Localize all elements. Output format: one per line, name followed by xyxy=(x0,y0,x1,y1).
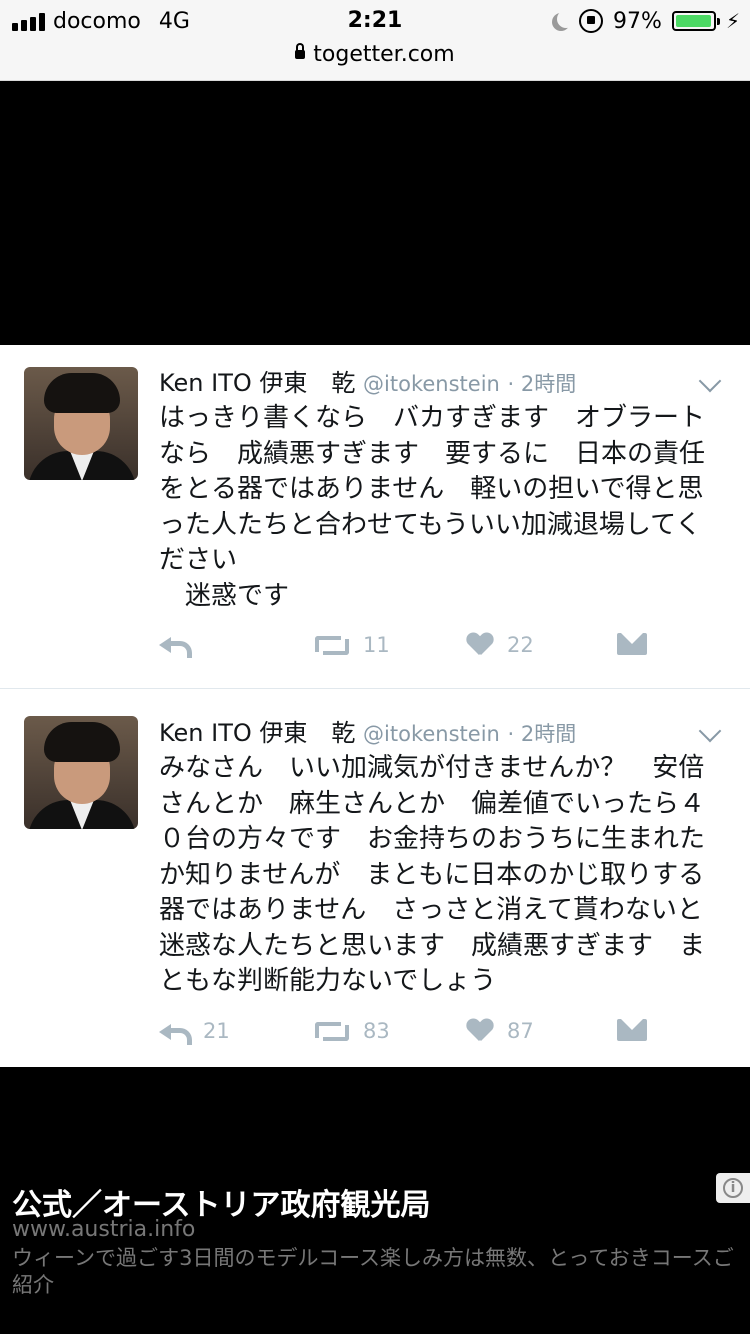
tweet-header: Ken ITO 伊東 乾 @itokenstein · 2時間 xyxy=(159,713,576,748)
author-name[interactable]: Ken ITO 伊東 乾 xyxy=(159,369,355,397)
like-button[interactable]: 22 xyxy=(467,633,534,657)
dm-button[interactable] xyxy=(617,1019,647,1041)
heart-icon xyxy=(467,633,493,657)
reply-icon xyxy=(159,633,192,658)
info-icon: i xyxy=(723,1178,743,1198)
reply-count: 21 xyxy=(203,1019,230,1043)
reply-icon xyxy=(159,1020,192,1045)
rotation-lock-icon xyxy=(579,9,604,33)
chevron-down-icon[interactable] xyxy=(698,719,722,743)
dm-button[interactable] xyxy=(617,633,647,655)
retweet-count: 83 xyxy=(363,1019,390,1043)
tweet-text: はっきり書くなら バカすぎます オブラートなら 成績悪すぎます 要するに 日本の… xyxy=(159,403,706,611)
retweet-button[interactable]: 11 xyxy=(313,633,390,657)
tweet-text: みなさん いい加減気が付きませんか？ 安倍さんとか 麻生さんとか 偏差値でいった… xyxy=(159,753,729,996)
author-name[interactable]: Ken ITO 伊東 乾 xyxy=(159,719,355,747)
retweet-count: 11 xyxy=(363,633,390,657)
tweet-time[interactable]: · 2時間 xyxy=(508,372,577,396)
advertisement[interactable]: i 公式／オーストリア政府観光局 www.austria.info ウィーンで過… xyxy=(0,1067,750,1334)
tweet-time[interactable]: · 2時間 xyxy=(508,722,577,746)
retweet-icon xyxy=(313,633,349,657)
reply-button[interactable] xyxy=(159,633,203,658)
tweet[interactable]: Ken ITO 伊東 乾 @itokenstein · 2時間 みなさん いい加… xyxy=(0,689,750,1067)
envelope-icon xyxy=(617,1019,647,1041)
status-bar: docomo 4G 2:21 97% ⚡ togetter.com xyxy=(0,0,750,81)
tweet-list: Ken ITO 伊東 乾 @itokenstein · 2時間 はっきり書くなら… xyxy=(0,345,750,1067)
like-count: 87 xyxy=(507,1019,534,1043)
like-count: 22 xyxy=(507,633,534,657)
address-bar[interactable]: togetter.com xyxy=(0,40,750,70)
author-handle[interactable]: @itokenstein xyxy=(363,372,500,396)
tweet-header: Ken ITO 伊東 乾 @itokenstein · 2時間 xyxy=(159,363,576,398)
reply-button[interactable]: 21 xyxy=(159,1019,230,1045)
avatar[interactable] xyxy=(24,716,138,829)
heart-icon xyxy=(467,1019,493,1043)
charging-icon: ⚡ xyxy=(725,9,740,33)
tweet-actions: 11 22 xyxy=(159,633,679,669)
battery-icon xyxy=(671,11,720,31)
tweet[interactable]: Ken ITO 伊東 乾 @itokenstein · 2時間 はっきり書くなら… xyxy=(0,345,750,689)
battery-percent: 97% xyxy=(613,8,662,34)
envelope-icon xyxy=(617,633,647,655)
like-button[interactable]: 87 xyxy=(467,1019,534,1043)
url-text: togetter.com xyxy=(313,42,455,67)
info-button[interactable]: i xyxy=(716,1173,750,1203)
avatar[interactable] xyxy=(24,367,138,480)
author-handle[interactable]: @itokenstein xyxy=(363,722,500,746)
tweet-actions: 21 83 87 xyxy=(159,1019,679,1055)
ad-description[interactable]: ウィーンで過ごす3日間のモデルコース楽しみ方は無数、とっておきコースご紹介 xyxy=(12,1245,736,1299)
moon-icon xyxy=(557,10,575,28)
chevron-down-icon[interactable] xyxy=(698,369,722,393)
ad-domain[interactable]: www.austria.info xyxy=(12,1217,195,1242)
status-right: 97% ⚡ xyxy=(551,6,740,36)
retweet-button[interactable]: 83 xyxy=(313,1019,390,1043)
padlock-icon xyxy=(295,42,306,59)
retweet-icon xyxy=(313,1019,349,1043)
